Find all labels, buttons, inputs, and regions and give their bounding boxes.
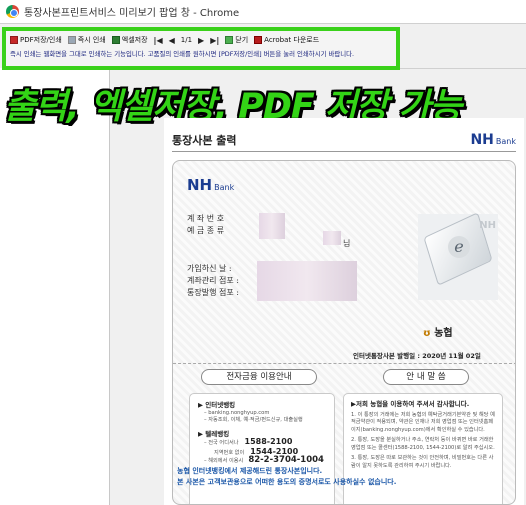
- redacted-branch-info: [257, 261, 357, 301]
- prev-page-icon[interactable]: ◀: [169, 36, 175, 45]
- telebanking-line-3: – 해외에서 이용시 82-2-3704-1004: [198, 455, 326, 466]
- notice-banner: 안 내 말 씀: [383, 369, 469, 385]
- internet-banking-services: – 자동조회, 이체, 예·적금/펀드신규, 대출실행: [204, 417, 303, 423]
- telebanking-line2-label: 지역번호 없이: [214, 449, 245, 456]
- acrobat-download-label: Acrobat 다운로드: [264, 36, 320, 44]
- internet-banking-url: – banking.nonghyup.com: [204, 409, 270, 416]
- close-button[interactable]: 닫기: [225, 35, 248, 45]
- toolbar-highlight-box: PDF저장/인쇄 즉시 인쇄 엑셀저장 |◀ ◀ 1/1 ▶ ▶| 닫기 Acr…: [2, 27, 400, 70]
- issuing-branch-label: 통장발행 점포 :: [187, 288, 239, 297]
- ebanking-box: ▶ 인터넷뱅킹 – banking.nonghyup.com – 자동조회, 이…: [189, 393, 335, 504]
- print-label: 즉시 인쇄: [77, 36, 106, 44]
- card-nh-mark: NH: [479, 220, 496, 231]
- excel-save-button[interactable]: 엑셀저장: [111, 35, 148, 45]
- next-page-icon[interactable]: ▶: [198, 36, 204, 45]
- name-suffix: 님: [343, 239, 351, 248]
- doc-header: 통장사본 출력 NH Bank: [172, 126, 516, 152]
- managing-branch-label: 계좌관리 점포 :: [187, 276, 239, 285]
- nh-bank-logo: NH Bank: [470, 132, 516, 148]
- window-titlebar: 통장사본프린트서비스 미리보기 팝업 창 - Chrome: [0, 0, 526, 24]
- footer-line-1: 농협 인터넷뱅킹에서 제공해드린 통장사본입니다.: [177, 467, 323, 475]
- notice-item-3: 3. 통장, 도장은 따로 보관하는 것이 안전하며, 비밀번호는 다른 사람이…: [351, 455, 494, 469]
- viewer-toolbar: PDF저장/인쇄 즉시 인쇄 엑셀저장 |◀ ◀ 1/1 ▶ ▶| 닫기 Acr…: [6, 31, 396, 49]
- printer-icon: [67, 36, 76, 44]
- redacted-account: [259, 213, 285, 239]
- notice-item-1: 1. 이 통장의 거래에는 저희 농협의 예탁금거래기본약관 및 해당 예적금약…: [351, 411, 495, 433]
- passbook-copy-page: 통장사본 출력 NH Bank NH Bank 계 좌 번 호 예 금 종 류 님 …: [164, 118, 524, 505]
- join-date-label: 가입하신 날 :: [187, 264, 232, 273]
- passbook-logo: NH Bank: [187, 175, 234, 194]
- nonghyup-logo: ʊ 농협: [423, 324, 453, 339]
- nh-logo-text: NH: [470, 132, 494, 148]
- window-title: 통장사본프린트서비스 미리보기 팝업 창 - Chrome: [24, 8, 240, 19]
- passbook-card: NH Bank 계 좌 번 호 예 금 종 류 님 가입하신 날 : 계좌관리 점…: [172, 160, 516, 505]
- acrobat-icon: [254, 36, 263, 44]
- nonghyup-logo-text: 농협: [434, 328, 453, 339]
- notice-item-2: 2. 통장, 도장을 분실하거나 주소, 연락처 등이 바뀌면 바로 거래한 영…: [351, 437, 495, 451]
- excel-save-label: 엑셀저장: [121, 36, 148, 44]
- redacted-name: [323, 231, 341, 245]
- card-illustration: e NH: [418, 212, 498, 300]
- doc-title: 통장사본 출력: [172, 134, 237, 147]
- notice-box: ▶저희 농협을 이용하여 주셔서 감사합니다. 1. 이 통장의 거래에는 저희…: [343, 393, 503, 504]
- telebanking-number-3: 82-2-3704-1004: [248, 455, 324, 465]
- nonghyup-v-icon: ʊ: [423, 328, 431, 339]
- branch-labels: 가입하신 날 : 계좌관리 점포 : 통장발행 점포 :: [187, 263, 239, 299]
- account-number-label: 계 좌 번 호: [187, 214, 225, 223]
- print-notice: 즉시 인쇄는 웹화면을 그대로 인쇄하는 기능입니다. 고품질의 인쇄를 원하시…: [10, 50, 355, 58]
- left-margin-pane: [0, 68, 110, 505]
- issue-date: 인터넷통장사본 발행일 : 2020년 11월 02일: [353, 352, 481, 360]
- excel-icon: [111, 36, 120, 44]
- telebanking-number-1: 1588-2100: [244, 437, 293, 446]
- pdf-save-button[interactable]: PDF저장/인쇄: [10, 35, 62, 45]
- account-labels: 계 좌 번 호 예 금 종 류: [187, 213, 224, 237]
- telebanking-line1-label: – 전국 어디서나: [204, 440, 239, 446]
- print-button[interactable]: 즉시 인쇄: [67, 35, 106, 45]
- chrome-icon: [6, 5, 19, 18]
- e-icon: e: [448, 236, 470, 258]
- close-label: 닫기: [235, 36, 249, 44]
- ebanking-banner: 전자금융 이용안내: [201, 369, 317, 385]
- nh-logo-large-sub: Bank: [214, 183, 235, 192]
- footer-line-2: 본 사본은 고객보관용으로 어떠한 용도의 증명서로도 사용하실수 없습니다.: [177, 478, 397, 486]
- nh-bank-logo-large: NH Bank: [187, 176, 234, 194]
- notice-title: ▶저희 농협을 이용하여 주셔서 감사합니다.: [351, 400, 470, 408]
- last-page-icon[interactable]: ▶|: [210, 36, 219, 45]
- telebanking-number-2: 1544-2100: [250, 446, 299, 456]
- nh-logo-large-text: NH: [187, 176, 213, 194]
- pdf-icon: [10, 36, 18, 44]
- telebanking-line3-label: – 해외에서 이용시: [204, 458, 244, 464]
- deposit-type-label: 예 금 종 류: [187, 226, 225, 235]
- close-icon: [225, 36, 234, 44]
- page-indicator: 1/1: [180, 36, 193, 44]
- acrobat-download-button[interactable]: Acrobat 다운로드: [254, 35, 319, 45]
- first-page-icon[interactable]: |◀: [154, 36, 163, 45]
- nh-logo-sub: Bank: [495, 137, 516, 146]
- cut-line: [173, 363, 515, 364]
- internet-banking-title: ▶ 인터넷뱅킹: [198, 401, 236, 409]
- pdf-save-label: PDF저장/인쇄: [20, 36, 62, 44]
